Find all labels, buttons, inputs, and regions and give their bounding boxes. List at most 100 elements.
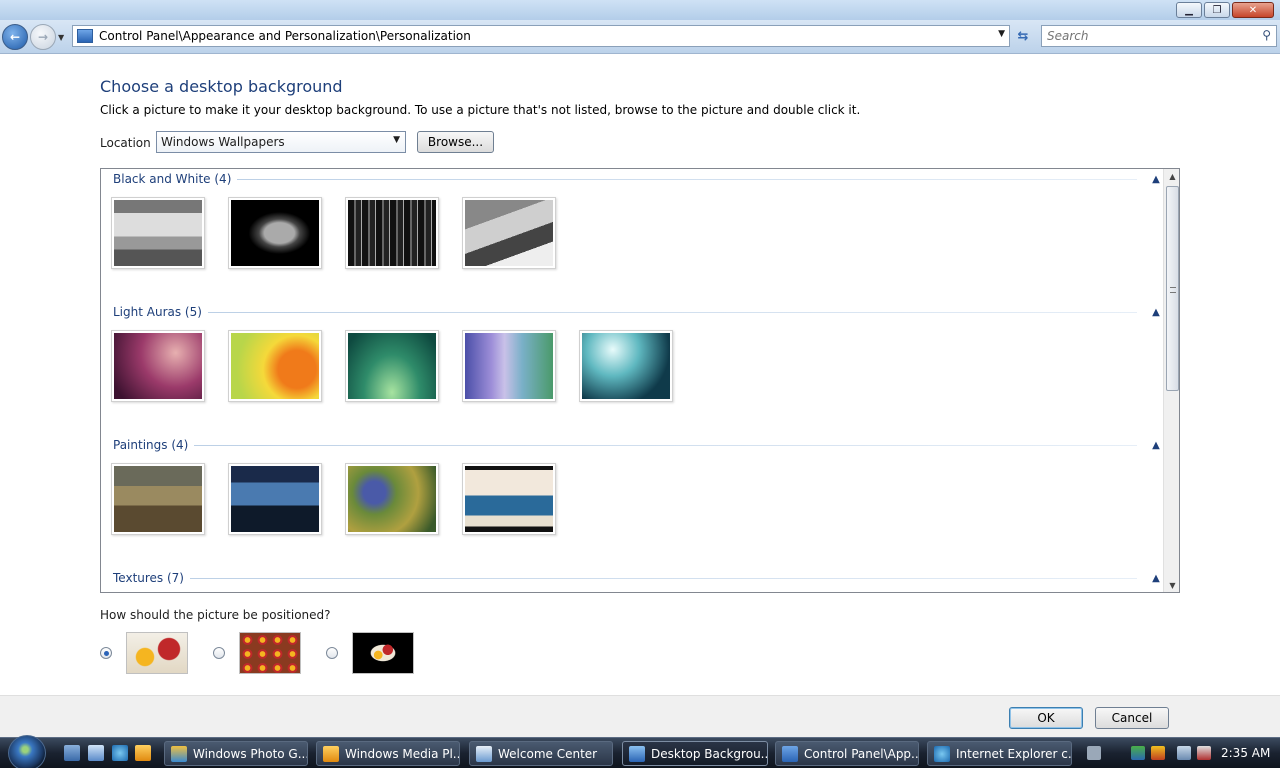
group-header[interactable]: Black and White (4) ▲ bbox=[113, 170, 1163, 188]
welcome-center-icon bbox=[476, 745, 492, 762]
wallpaper-thumbnail[interactable] bbox=[111, 197, 205, 269]
scroll-down-button[interactable]: ▼ bbox=[1164, 578, 1179, 592]
wallpaper-thumbnail[interactable] bbox=[462, 330, 556, 402]
group-paintings: Paintings (4) ▲ bbox=[101, 436, 1163, 546]
grip-icon bbox=[1170, 287, 1176, 293]
task-label: Welcome Center bbox=[498, 746, 598, 761]
control-panel-icon bbox=[77, 29, 93, 43]
cancel-button[interactable]: Cancel bbox=[1095, 707, 1169, 729]
group-header[interactable]: Textures (7) ▲ bbox=[113, 569, 1163, 587]
start-button[interactable] bbox=[8, 735, 46, 768]
recent-pages-dropdown[interactable]: ▼ bbox=[58, 33, 64, 42]
wallpaper-thumbnail[interactable] bbox=[228, 330, 322, 402]
wallpaper-thumbnail[interactable] bbox=[345, 330, 439, 402]
group-label: Black and White (4) bbox=[113, 172, 232, 186]
collapse-icon[interactable]: ▲ bbox=[1149, 440, 1163, 451]
wallpaper-gallery: Black and White (4) ▲ Light Auras (5) ▲ bbox=[100, 168, 1180, 593]
radio-tile[interactable] bbox=[213, 647, 225, 659]
task-label: Windows Photo G... bbox=[193, 746, 308, 761]
wallpaper-thumbnail[interactable] bbox=[345, 463, 439, 535]
ok-button[interactable]: OK bbox=[1009, 707, 1083, 729]
internet-explorer-icon[interactable] bbox=[112, 745, 128, 761]
radio-fit[interactable] bbox=[100, 647, 112, 659]
position-option-fit[interactable] bbox=[100, 632, 188, 674]
taskbar-button-control-panel[interactable]: Control Panel\App... bbox=[775, 741, 919, 766]
minimize-button[interactable]: ▁ bbox=[1176, 2, 1202, 18]
refresh-icon: ⇆ bbox=[1017, 28, 1029, 44]
collapse-icon[interactable]: ▲ bbox=[1149, 174, 1163, 185]
chevron-down-icon[interactable]: ▼ bbox=[998, 29, 1005, 39]
chevron-down-icon: ▼ bbox=[393, 135, 400, 145]
group-label: Textures (7) bbox=[113, 571, 184, 585]
task-label: Windows Media Pl... bbox=[345, 746, 460, 761]
wallpaper-thumbnail[interactable] bbox=[345, 197, 439, 269]
network-icon[interactable] bbox=[1131, 746, 1145, 760]
media-player-icon bbox=[323, 745, 339, 762]
task-label: Desktop Backgrou... bbox=[651, 746, 768, 761]
wallpaper-thumbnail[interactable] bbox=[462, 463, 556, 535]
position-option-center[interactable] bbox=[326, 632, 414, 674]
refresh-button[interactable]: ⇆ bbox=[1012, 25, 1034, 47]
group-textures: Textures (7) ▲ bbox=[101, 569, 1163, 591]
security-shield-icon[interactable] bbox=[1151, 746, 1165, 760]
dialog-footer: OK Cancel bbox=[0, 695, 1280, 737]
keyboard-icon[interactable] bbox=[1087, 746, 1101, 760]
group-header[interactable]: Paintings (4) ▲ bbox=[113, 436, 1163, 454]
location-select[interactable]: Windows Wallpapers ▼ bbox=[156, 131, 406, 153]
main-content: Choose a desktop background Click a pict… bbox=[0, 55, 1280, 695]
instruction-text: Click a picture to make it your desktop … bbox=[100, 103, 861, 117]
search-box[interactable]: ⚲ bbox=[1041, 25, 1277, 47]
collapse-icon[interactable]: ▲ bbox=[1149, 573, 1163, 584]
flower-fit-preview[interactable] bbox=[126, 632, 188, 674]
taskbar-button-media-player[interactable]: Windows Media Pl... bbox=[316, 741, 460, 766]
search-icon[interactable]: ⚲ bbox=[1262, 28, 1271, 42]
address-bar[interactable]: Control Panel\Appearance and Personaliza… bbox=[72, 25, 1010, 47]
back-button[interactable]: ← bbox=[2, 24, 28, 50]
taskbar-button-desktop-background[interactable]: Desktop Backgrou... bbox=[622, 741, 768, 766]
forward-button[interactable]: → bbox=[30, 24, 56, 50]
taskbar-button-photo-gallery[interactable]: Windows Photo G... bbox=[164, 741, 308, 766]
group-header[interactable]: Light Auras (5) ▲ bbox=[113, 303, 1163, 321]
location-label: Location bbox=[100, 136, 151, 150]
display-icon[interactable] bbox=[1177, 746, 1191, 760]
arrow-right-icon: → bbox=[37, 30, 49, 44]
task-label: Control Panel\App... bbox=[804, 746, 919, 761]
radio-center[interactable] bbox=[326, 647, 338, 659]
wallpaper-thumbnail[interactable] bbox=[228, 463, 322, 535]
position-option-tile[interactable] bbox=[213, 632, 301, 674]
media-player-icon[interactable] bbox=[135, 745, 151, 761]
group-light-auras: Light Auras (5) ▲ bbox=[101, 303, 1163, 413]
thumbnail-row bbox=[111, 330, 673, 402]
collapse-icon[interactable]: ▲ bbox=[1149, 307, 1163, 318]
scroll-up-button[interactable]: ▲ bbox=[1164, 169, 1179, 183]
divider bbox=[207, 311, 1137, 313]
scrollbar-thumb[interactable] bbox=[1166, 186, 1179, 391]
taskbar-clock[interactable]: 2:35 AM bbox=[1221, 746, 1270, 760]
taskbar-button-internet-explorer[interactable]: Internet Explorer c... bbox=[927, 741, 1072, 766]
photo-gallery-icon bbox=[171, 745, 187, 762]
taskbar-button-welcome-center[interactable]: Welcome Center bbox=[469, 741, 613, 766]
search-input[interactable] bbox=[1042, 26, 1242, 46]
wallpaper-thumbnail[interactable] bbox=[228, 197, 322, 269]
switch-windows-icon[interactable] bbox=[88, 745, 104, 761]
title-bar: ▁ ❐ ✕ bbox=[0, 0, 1280, 20]
vertical-scrollbar[interactable]: ▲ ▼ bbox=[1163, 169, 1179, 592]
wallpaper-thumbnail[interactable] bbox=[579, 330, 673, 402]
position-question: How should the picture be positioned? bbox=[100, 608, 331, 622]
maximize-button[interactable]: ❐ bbox=[1204, 2, 1230, 18]
wallpaper-thumbnail[interactable] bbox=[111, 463, 205, 535]
close-button[interactable]: ✕ bbox=[1232, 2, 1274, 18]
flower-tile-preview[interactable] bbox=[239, 632, 301, 674]
show-desktop-icon[interactable] bbox=[64, 745, 80, 761]
divider bbox=[237, 178, 1137, 180]
navigation-bar: ← → ▼ Control Panel\Appearance and Perso… bbox=[0, 20, 1280, 54]
group-black-and-white: Black and White (4) ▲ bbox=[101, 170, 1163, 280]
flower-center-preview[interactable] bbox=[352, 632, 414, 674]
group-label: Paintings (4) bbox=[113, 438, 189, 452]
wallpaper-thumbnail[interactable] bbox=[111, 330, 205, 402]
wallpaper-thumbnail[interactable] bbox=[462, 197, 556, 269]
browse-button[interactable]: Browse... bbox=[417, 131, 494, 153]
location-value: Windows Wallpapers bbox=[161, 135, 285, 149]
volume-muted-icon[interactable] bbox=[1197, 746, 1211, 760]
group-label: Light Auras (5) bbox=[113, 305, 202, 319]
